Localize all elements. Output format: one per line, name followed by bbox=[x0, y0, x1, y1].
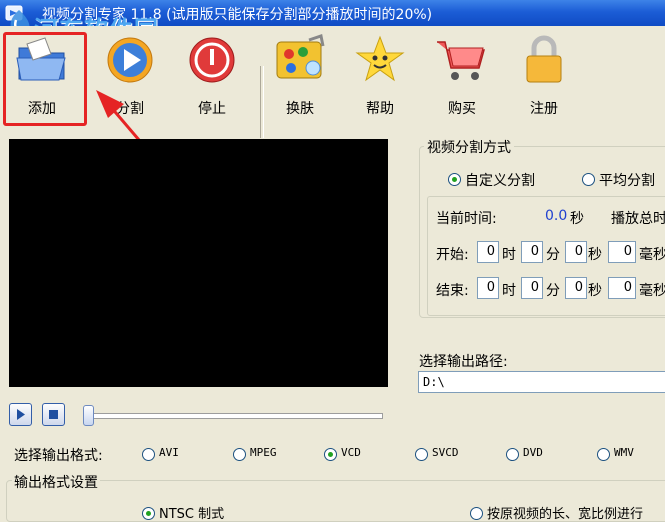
current-time-label: 当前时间: bbox=[436, 211, 497, 227]
radio-format-mpeg[interactable] bbox=[233, 448, 246, 461]
output-path-label: 选择输出路径: bbox=[419, 354, 508, 370]
end-second-unit: 秒 bbox=[588, 283, 602, 299]
radio-format-svcd-label: SVCD bbox=[432, 446, 459, 459]
output-format-row: 选择输出格式: AVI MPEG VCD SVCD DVD WMV bbox=[0, 443, 665, 467]
radio-format-wmv-label: WMV bbox=[614, 446, 634, 459]
total-time-label: 播放总时 bbox=[611, 211, 665, 227]
checkbox-keep-aspect[interactable] bbox=[470, 507, 483, 520]
current-time-value: 0.0 bbox=[545, 208, 568, 224]
output-path-input[interactable]: D:\ bbox=[418, 371, 665, 393]
radio-format-wmv[interactable] bbox=[597, 448, 610, 461]
start-hour-input[interactable]: 0 bbox=[477, 241, 499, 263]
end-hour-input[interactable]: 0 bbox=[477, 277, 499, 299]
video-preview[interactable] bbox=[9, 139, 388, 387]
start-minute-input[interactable]: 0 bbox=[521, 241, 543, 263]
current-time-unit: 秒 bbox=[570, 211, 584, 227]
radio-format-dvd-label: DVD bbox=[523, 446, 543, 459]
radio-format-mpeg-label: MPEG bbox=[250, 446, 277, 459]
end-ms-input[interactable]: 0 bbox=[608, 277, 636, 299]
end-hour-unit: 时 bbox=[502, 283, 516, 299]
stop-playback-button[interactable] bbox=[42, 403, 65, 426]
radio-even-split-label: 平均分割 bbox=[599, 173, 655, 189]
start-hour-unit: 时 bbox=[502, 247, 516, 263]
stop-square-icon bbox=[49, 410, 58, 419]
end-label: 结束: bbox=[436, 283, 469, 299]
radio-ntsc-label: NTSC 制式 bbox=[159, 507, 225, 522]
start-ms-unit: 毫秒 bbox=[639, 247, 665, 263]
start-minute-unit: 分 bbox=[546, 247, 560, 263]
start-ms-input[interactable]: 0 bbox=[608, 241, 636, 263]
keep-aspect-label: 按原视频的长、宽比例进行 bbox=[487, 507, 644, 522]
output-format-label: 选择输出格式: bbox=[14, 448, 103, 464]
seek-slider-thumb[interactable] bbox=[83, 405, 94, 426]
play-icon bbox=[17, 409, 25, 420]
end-second-input[interactable]: 0 bbox=[565, 277, 587, 299]
radio-even-split[interactable] bbox=[582, 173, 595, 186]
split-mode-legend: 视频分割方式 bbox=[424, 137, 514, 157]
radio-custom-split[interactable] bbox=[448, 173, 461, 186]
format-settings-legend: 输出格式设置 bbox=[12, 472, 100, 492]
radio-format-avi-label: AVI bbox=[159, 446, 179, 459]
play-button[interactable] bbox=[9, 403, 32, 426]
radio-ntsc[interactable] bbox=[142, 507, 155, 520]
radio-format-vcd-label: VCD bbox=[341, 446, 361, 459]
radio-format-avi[interactable] bbox=[142, 448, 155, 461]
start-second-unit: 秒 bbox=[588, 247, 602, 263]
radio-custom-split-label: 自定义分割 bbox=[465, 173, 535, 189]
radio-format-vcd[interactable] bbox=[324, 448, 337, 461]
playback-controls bbox=[9, 403, 389, 427]
end-minute-input[interactable]: 0 bbox=[521, 277, 543, 299]
end-ms-unit: 毫秒 bbox=[639, 283, 665, 299]
end-minute-unit: 分 bbox=[546, 283, 560, 299]
start-second-input[interactable]: 0 bbox=[565, 241, 587, 263]
seek-slider-track[interactable] bbox=[91, 413, 383, 419]
radio-format-svcd[interactable] bbox=[415, 448, 428, 461]
radio-format-dvd[interactable] bbox=[506, 448, 519, 461]
start-label: 开始: bbox=[436, 247, 469, 263]
